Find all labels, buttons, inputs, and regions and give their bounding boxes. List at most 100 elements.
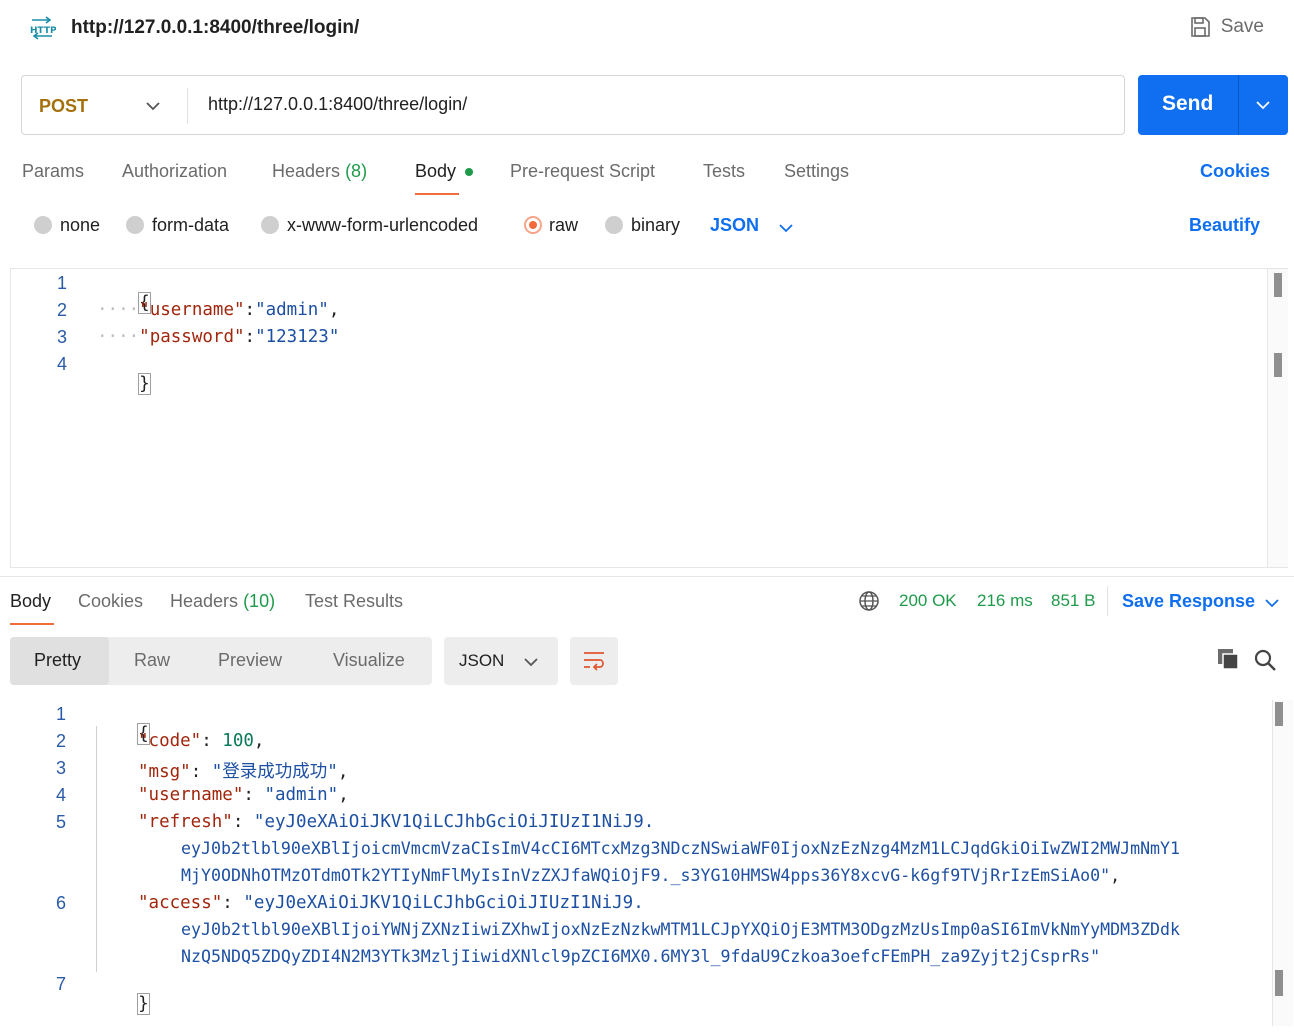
response-time[interactable]: 216 ms <box>977 591 1033 611</box>
response-tab-body[interactable]: Body <box>10 591 51 612</box>
json-key: "username" <box>138 785 244 805</box>
globe-icon[interactable] <box>858 590 880 617</box>
view-visualize[interactable]: Visualize <box>333 650 405 671</box>
json-key: "code" <box>138 731 202 751</box>
chevron-down-icon[interactable] <box>1265 595 1279 613</box>
chevron-down-icon[interactable] <box>779 220 793 238</box>
code-line: ····"username":"admin", <box>97 300 340 320</box>
request-title[interactable]: http://127.0.0.1:8400/three/login/ <box>71 17 359 39</box>
radio-form-data-label[interactable]: form-data <box>152 215 229 236</box>
tab-authorization[interactable]: Authorization <box>122 161 227 182</box>
radio-form-data[interactable] <box>126 216 144 234</box>
response-tab-headers[interactable]: Headers (10) <box>170 591 275 612</box>
json-key: "refresh" <box>138 812 233 832</box>
active-tab-indicator <box>10 623 54 625</box>
radio-none[interactable] <box>34 216 52 234</box>
body-format-select[interactable]: JSON <box>710 215 759 236</box>
scrollbar[interactable] <box>1272 700 1293 1026</box>
json-string: "admin" <box>264 785 339 805</box>
divider <box>1107 586 1108 616</box>
response-tab-headers-label: Headers <box>170 591 239 611</box>
indent-guide: ···· <box>97 327 140 347</box>
tab-headers-label: Headers <box>272 161 341 181</box>
line-number: 7 <box>55 974 66 994</box>
method-select[interactable]: POST <box>39 96 88 117</box>
line-number: 6 <box>55 893 66 913</box>
response-tab-cookies[interactable]: Cookies <box>78 591 143 612</box>
cookies-link[interactable]: Cookies <box>1200 161 1270 182</box>
response-tab-headers-count: (10) <box>243 591 276 611</box>
json-key: "msg" <box>138 762 191 782</box>
divider <box>1238 75 1239 135</box>
line-number: 3 <box>55 758 66 778</box>
url-input[interactable]: http://127.0.0.1:8400/three/login/ <box>208 94 467 115</box>
radio-binary-label[interactable]: binary <box>631 215 680 236</box>
line-number: 4 <box>56 354 67 374</box>
line-number: 4 <box>55 785 66 805</box>
code-line: } <box>97 354 151 414</box>
line-number: 2 <box>56 300 67 320</box>
chevron-down-icon <box>524 654 538 672</box>
divider <box>0 576 1294 577</box>
json-key: "username" <box>139 300 245 320</box>
tab-headers-count: (8) <box>345 161 368 181</box>
chevron-down-icon[interactable] <box>146 98 160 116</box>
send-button[interactable]: Send <box>1138 75 1288 135</box>
status-code[interactable]: 200 OK <box>899 591 957 611</box>
line-number: 1 <box>55 704 66 724</box>
response-tab-test-results[interactable]: Test Results <box>305 591 403 612</box>
scrollbar-thumb[interactable] <box>1274 353 1282 377</box>
code-line: "access": "eyJ0eXAiOiJKV1QiLCJhbGciOiJIU… <box>138 893 644 913</box>
code-line-wrapped: MjY0ODNhOTMzOTdmOTk2YTIyNmFlMyIsInVzZXJf… <box>181 866 1121 885</box>
save-button[interactable]: Save <box>1189 16 1264 38</box>
request-header: HTTP http://127.0.0.1:8400/three/login/ … <box>0 0 1294 56</box>
scrollbar-thumb[interactable] <box>1275 702 1283 726</box>
chevron-down-icon[interactable] <box>1256 97 1270 115</box>
save-icon <box>1190 17 1210 37</box>
radio-raw-label[interactable]: raw <box>549 215 578 236</box>
tab-settings[interactable]: Settings <box>784 161 849 182</box>
wrap-lines-icon <box>584 652 604 671</box>
response-format-label: JSON <box>459 651 505 670</box>
url-bar: POST http://127.0.0.1:8400/three/login/ <box>21 75 1125 135</box>
radio-binary[interactable] <box>605 216 623 234</box>
json-key: "access" <box>138 893 223 913</box>
code-line-wrapped: eyJ0b2tlbl90eXBlIjoicmVmcmVzaCIsImV4cCI6… <box>181 839 1181 858</box>
tab-tests[interactable]: Tests <box>703 161 745 182</box>
tab-body[interactable]: Body <box>415 161 456 182</box>
view-preview[interactable]: Preview <box>218 650 282 671</box>
tab-headers[interactable]: Headers (8) <box>272 161 367 182</box>
svg-text:HTTP: HTTP <box>30 26 56 36</box>
json-string: MjY0ODNhOTMzOTdmOTk2YTIyNmFlMyIsInVzZXJf… <box>181 866 1111 885</box>
radio-urlencoded[interactable] <box>261 216 279 234</box>
scrollbar[interactable] <box>1267 269 1288 567</box>
code-line-wrapped: NzQ5NDQ5ZDQyZDI4N2M3YTk3MzljIiwidXNlcl9p… <box>181 947 1101 966</box>
radio-none-label[interactable]: none <box>60 215 100 236</box>
divider <box>187 88 188 124</box>
tab-params[interactable]: Params <box>22 161 84 182</box>
response-size[interactable]: 851 B <box>1051 591 1095 611</box>
view-pretty[interactable]: Pretty <box>10 637 109 685</box>
beautify-button[interactable]: Beautify <box>1189 215 1260 236</box>
wrap-lines-button[interactable] <box>570 637 618 685</box>
code-line: } <box>96 974 150 1034</box>
response-view-switcher: Pretty Raw Preview Visualize <box>10 637 432 685</box>
save-response-button[interactable]: Save Response <box>1122 591 1255 612</box>
response-body-viewer[interactable]: 1 2 3 4 5 6 7 { "code": 100, "msg": "登录成… <box>10 700 1294 1026</box>
radio-urlencoded-label[interactable]: x-www-form-urlencoded <box>287 215 478 236</box>
search-icon[interactable] <box>1253 648 1277 677</box>
active-tab-indicator <box>415 193 459 195</box>
view-raw[interactable]: Raw <box>134 650 170 671</box>
request-body-editor[interactable]: 1 2 3 4 { ····"username":"admin", ····"p… <box>10 268 1288 568</box>
copy-icon[interactable] <box>1216 647 1240 676</box>
json-string: "eyJ0eXAiOiJKV1QiLCJhbGciOiJIUzI1NiJ9. <box>243 893 644 913</box>
scrollbar-thumb[interactable] <box>1275 970 1283 996</box>
tab-prerequest-script[interactable]: Pre-request Script <box>510 161 655 182</box>
radio-raw[interactable] <box>524 216 542 234</box>
scrollbar-thumb[interactable] <box>1274 273 1282 297</box>
response-format-select[interactable]: JSON <box>444 637 558 685</box>
code-line: "msg": "登录成功成功", <box>138 762 349 782</box>
code-line: "code": 100, <box>138 731 265 751</box>
json-string: "登录成功成功" <box>211 762 338 782</box>
json-key: "password" <box>139 327 245 347</box>
